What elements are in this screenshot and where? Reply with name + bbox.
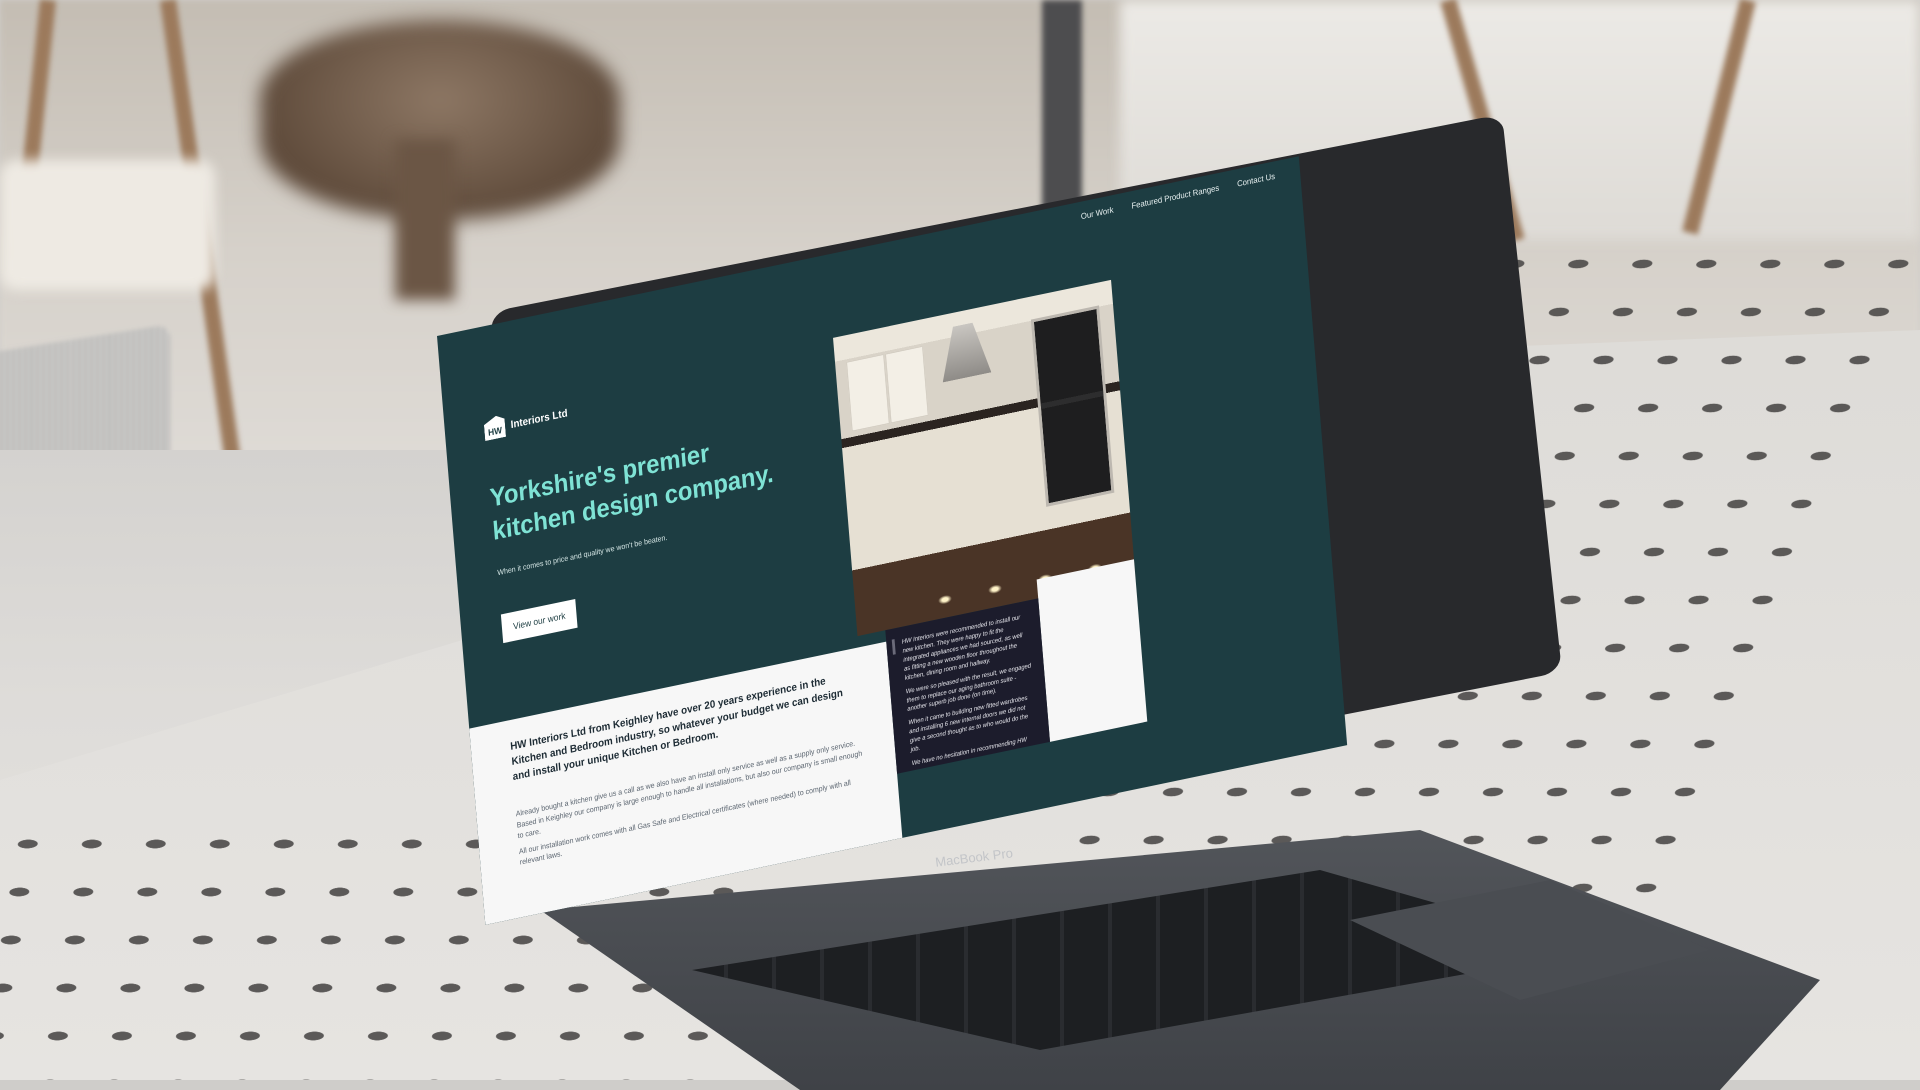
- site-logo[interactable]: HW Interiors Ltd: [483, 401, 568, 441]
- side-panel: [1036, 559, 1148, 742]
- blurred-chair-seat: [0, 160, 215, 290]
- oven-tower: [1030, 305, 1115, 507]
- blurred-table-stem: [395, 140, 455, 300]
- nav-our-work[interactable]: Our Work: [1081, 206, 1114, 222]
- extractor-hood: [938, 320, 991, 383]
- cabinet: [885, 346, 929, 424]
- view-our-work-button[interactable]: View our work: [500, 598, 578, 644]
- nav-contact-us[interactable]: Contact Us: [1237, 172, 1276, 189]
- logo-mark: HW: [483, 414, 506, 441]
- logo-text: Interiors Ltd: [510, 406, 568, 431]
- cabinet: [846, 354, 890, 432]
- nav-featured-product-ranges[interactable]: Featured Product Ranges: [1131, 184, 1219, 211]
- testimonial-card: HW Interiors were recommended to install…: [885, 598, 1050, 774]
- quote-icon: [891, 639, 896, 655]
- hero-title: Yorkshire's premier kitchen design compa…: [488, 438, 775, 546]
